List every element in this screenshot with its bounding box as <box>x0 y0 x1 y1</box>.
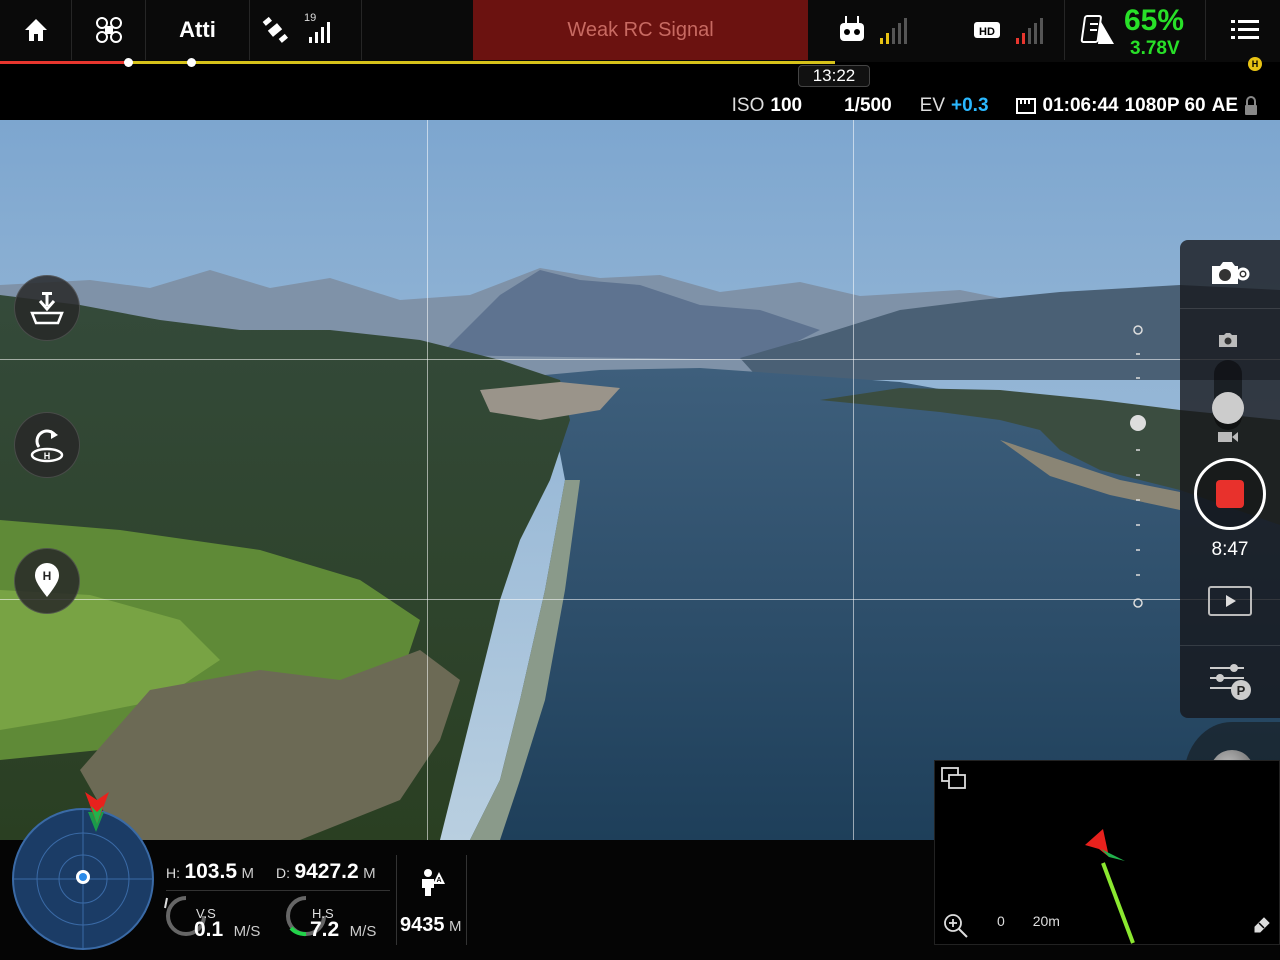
parameters-icon[interactable]: P <box>1208 662 1254 702</box>
vs-value: 0.1 <box>194 918 224 941</box>
home-icon <box>24 19 47 41</box>
rc-distance-value: 9435 <box>400 914 445 936</box>
return-home-icon: H <box>30 429 64 463</box>
camera-settings-icon[interactable] <box>1210 260 1250 288</box>
status-warning-bar[interactable]: Weak RC Signal <box>473 0 808 60</box>
shutter-speed: 1/500 <box>844 95 892 116</box>
flight-path-line <box>1085 829 1135 944</box>
recording-time: 8:47 <box>1211 539 1249 560</box>
takeoff-land-icon <box>30 292 64 325</box>
menu-button[interactable] <box>1210 0 1280 60</box>
battery-percent: 65% <box>1124 4 1185 37</box>
home-button[interactable] <box>0 0 72 60</box>
height-unit: M <box>241 865 254 882</box>
toggle-knob[interactable] <box>1212 392 1244 424</box>
pilot-distance-icon: A <box>422 869 445 896</box>
distance-readout: D: 9427.2 M <box>276 860 376 884</box>
height-readout: H: 103.5 M <box>166 860 254 884</box>
iso-label: ISO <box>731 95 765 116</box>
mini-map[interactable]: 0 20m <box>934 760 1280 945</box>
distance-label: D: <box>276 865 290 881</box>
clear-path-icon[interactable] <box>1251 913 1273 935</box>
home-point-button[interactable]: H <box>14 548 80 614</box>
hs-unit: M/S <box>349 923 377 940</box>
ev-value: +0.3 <box>951 95 989 116</box>
hd-label: HD <box>979 26 995 38</box>
list-menu-icon <box>1231 20 1259 39</box>
sd-card-icon <box>1015 98 1036 114</box>
rc-distance-unit: M <box>448 918 462 935</box>
gps-status[interactable]: 19 <box>250 0 362 60</box>
svg-text:P: P <box>1237 683 1246 698</box>
grid-line-horizontal-1 <box>0 359 1280 360</box>
camera-info-bar[interactable]: ISO 100 1/500 EV +0.3 01:06:44 1080P 60 … <box>732 92 1258 120</box>
camera-control-panel: 8:47 P <box>1180 240 1280 718</box>
zoom-in-icon[interactable] <box>943 913 969 939</box>
map-scale: 0 20m <box>997 913 1060 929</box>
scale-start: 0 <box>997 913 1005 929</box>
grid-line-vertical-1 <box>427 120 428 840</box>
top-bar: Atti 19 Weak RC Signal HD 65% 3.78V <box>0 0 1280 62</box>
hd-link-icon: HD <box>973 18 1043 44</box>
grid-line-horizontal-2 <box>0 599 1280 600</box>
video-resolution: 1080P 60 <box>1124 95 1206 116</box>
map-expand-icon[interactable] <box>941 767 967 791</box>
remote-controller-icon <box>840 16 907 44</box>
takeoff-land-button[interactable] <box>14 275 80 341</box>
aerial-lake-view <box>0 120 1280 840</box>
video-mode-icon[interactable] <box>1217 430 1239 444</box>
playback-button[interactable] <box>1208 586 1252 616</box>
record-button[interactable] <box>1194 458 1266 530</box>
scale-end: 20m <box>1032 913 1060 929</box>
svg-text:A: A <box>436 877 441 884</box>
critical-marker <box>124 58 133 67</box>
return-home-button[interactable]: H <box>14 412 80 478</box>
home-point-icon: H <box>35 563 59 597</box>
hs-readout: 7.2 M/S <box>310 918 376 942</box>
distance-unit: M <box>363 865 376 882</box>
rc-distance-readout: 9435 M <box>400 914 461 937</box>
remaining-flight-time: 13:22 <box>798 65 870 87</box>
menu-status-badge: H <box>1248 57 1262 71</box>
aircraft-heading-icon <box>85 792 109 824</box>
battery-voltage: 3.78V <box>1130 38 1180 59</box>
battery-flight-time-bar <box>0 58 835 67</box>
exposure-mode: AE <box>1211 95 1238 116</box>
rc-signal-status[interactable] <box>822 0 926 60</box>
video-signal-status[interactable]: HD <box>955 0 1065 60</box>
vs-unit: M/S <box>233 923 261 940</box>
flight-mode-label[interactable]: Atti <box>146 0 250 60</box>
gps-satellite-count: 19 <box>304 12 317 24</box>
photo-mode-icon[interactable] <box>1218 332 1238 348</box>
grid-line-vertical-2 <box>853 120 854 840</box>
battery-critical-segment <box>0 61 128 64</box>
svg-text:H: H <box>43 569 52 583</box>
stop-record-icon <box>1216 480 1244 508</box>
lock-icon <box>1245 96 1257 115</box>
battery-status[interactable]: 65% 3.78V <box>1072 0 1206 60</box>
battery-icon <box>1080 15 1114 44</box>
record-time-remaining: 01:06:44 <box>1042 95 1119 116</box>
hs-value: 7.2 <box>310 918 340 941</box>
distance-value: 9427.2 <box>294 860 359 883</box>
height-label: H: <box>166 865 180 881</box>
low-battery-marker <box>187 58 196 67</box>
aircraft-status-button[interactable] <box>72 0 146 60</box>
vs-readout: 0.1 M/S <box>194 918 260 942</box>
iso-value: 100 <box>770 95 803 116</box>
height-value: 103.5 <box>184 860 238 883</box>
ev-label: EV <box>919 95 945 116</box>
svg-text:H: H <box>44 451 51 461</box>
camera-live-view[interactable] <box>0 120 1280 840</box>
gimbal-pitch-slider[interactable] <box>1128 320 1148 612</box>
play-icon <box>1226 595 1236 607</box>
attitude-radar[interactable] <box>12 808 154 950</box>
aircraft-icon <box>95 17 122 43</box>
